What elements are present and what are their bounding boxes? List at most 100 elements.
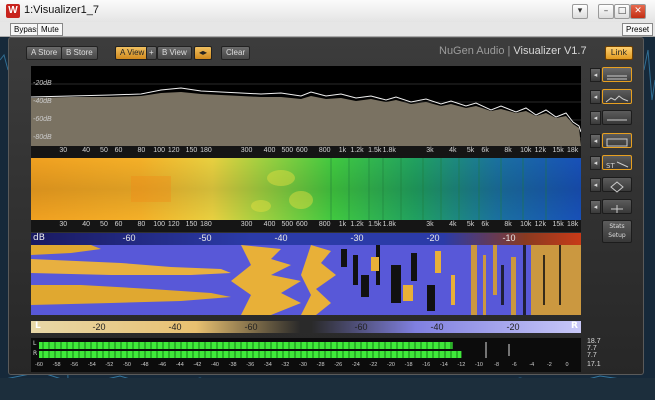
freq-tick-label: 40 <box>82 221 91 228</box>
meter-tick-label: -38 <box>228 362 237 368</box>
mode-stereo-button[interactable]: ST <box>602 155 632 170</box>
a-view-button[interactable]: A View <box>115 46 150 60</box>
freq-tick-label: 4k <box>449 147 457 154</box>
meter-bars <box>39 342 510 358</box>
preset-button[interactable]: Preset <box>622 23 654 36</box>
stereo-history-image <box>31 245 581 315</box>
menu-icon[interactable]: ▾ <box>572 4 588 19</box>
meter-tick-label: -52 <box>105 362 114 368</box>
freq-tick-label: 1.8k <box>382 147 396 154</box>
meter-tick-label: -40 <box>211 362 219 368</box>
stats-setup-button[interactable]: Stats Setup <box>602 220 632 243</box>
meter-tick-label: -16 <box>422 362 431 368</box>
freq-tick-label: 8k <box>504 221 512 228</box>
b-view-button[interactable]: B View <box>157 46 192 60</box>
mode-spectrogram-button[interactable] <box>602 133 632 148</box>
meter-tick-label: -36 <box>246 362 255 368</box>
host-toolbar: Bypass Mute Preset <box>0 22 655 37</box>
side-arrow-2[interactable]: ◂ <box>590 90 601 104</box>
freq-tick-label: 80 <box>137 221 146 228</box>
freq-tick-label: 3k <box>426 221 434 228</box>
meter-tick-label: -10 <box>475 362 483 368</box>
meter-tick-label: -60 <box>35 362 43 368</box>
link-button[interactable]: Link <box>605 46 633 60</box>
brand-product: Visualizer V1.7 <box>513 45 587 57</box>
meter-tick-label: -14 <box>439 362 448 368</box>
close-icon[interactable]: ✕ <box>630 4 646 19</box>
freq-tick-label: 400 <box>263 221 276 228</box>
minimize-icon[interactable]: – <box>598 4 614 19</box>
side-arrow-7[interactable]: ◂ <box>590 200 601 214</box>
meter-tick-label: 0 <box>565 362 569 368</box>
meter-tick-label: -6 <box>511 362 517 368</box>
mode-vector-button[interactable] <box>602 177 632 193</box>
meter-tick-label: -26 <box>334 362 343 368</box>
freq-tick-label: 180 <box>200 147 212 154</box>
freq-tick-label: 500 <box>281 221 294 228</box>
db-label-60: -60dB <box>33 116 52 123</box>
meter-tick-label: -34 <box>263 362 272 368</box>
meter-bar-right <box>39 351 462 358</box>
meter-tick-label: -50 <box>123 362 131 368</box>
meter-tick-label: -54 <box>87 362 96 368</box>
db-scale-10: -10 <box>502 233 516 243</box>
side-arrow-4[interactable]: ◂ <box>590 134 601 148</box>
freq-tick-label: 1.2k <box>350 221 364 228</box>
clear-button[interactable]: Clear <box>221 46 251 60</box>
meter-tick-label: -56 <box>70 362 79 368</box>
meter-tick-label: -44 <box>175 362 184 368</box>
visualizer-plugin: A Store B Store A View + B View ◂▸ Clear… <box>8 37 644 375</box>
freq-tick-label: 1.5k <box>368 147 382 154</box>
side-arrow-3[interactable]: ◂ <box>590 111 601 125</box>
freq-tick-label: 600 <box>295 147 308 154</box>
level-meters: L R -60 -58 -56 -54 -52 -50 -48 -46 -44 -42 -40 -38… <box>31 338 601 372</box>
mode-curve-button[interactable] <box>602 89 632 104</box>
side-arrow-1[interactable]: ◂ <box>590 68 601 82</box>
mode-spectrum-button[interactable] <box>602 67 632 82</box>
freq-tick-label: 10k <box>520 221 532 228</box>
db-unit-label: dB <box>33 233 45 243</box>
freq-tick-label: 10k <box>520 147 532 154</box>
freq-tick-label: 150 <box>185 221 198 228</box>
a-store-button[interactable]: A Store <box>26 46 63 60</box>
meter-tick-label: -30 <box>299 362 307 368</box>
freq-tick-label: 120 <box>167 221 180 228</box>
freq-tick-label: 1.8k <box>382 221 396 228</box>
mode-vector-icon <box>610 181 624 193</box>
freq-tick-label: 8k <box>504 147 512 154</box>
mode-curve-icon <box>605 95 629 103</box>
side-arrow-6[interactable]: ◂ <box>590 178 601 192</box>
side-arrow-5[interactable]: ◂ <box>590 156 601 170</box>
mute-button[interactable]: Mute <box>37 23 63 36</box>
freq-tick-label: 30 <box>59 221 68 228</box>
balance-right-label: R <box>571 321 578 331</box>
freq-axis-top: 30 40 50 60 80 100 120 150 180 300 400 500 600 800 1k 1… <box>31 146 581 158</box>
b-store-button[interactable]: B Store <box>61 46 98 60</box>
meter-ticks: -60 -58 -56 -54 -52 -50 -48 -46 -44 -42 -40 -38 -36-… <box>31 362 581 371</box>
freq-tick-label: 120 <box>167 147 180 154</box>
meter-tick-label: -22 <box>369 362 378 368</box>
db-scale-20: -20 <box>426 233 440 243</box>
brand-company: NuGen Audio <box>439 45 505 57</box>
mode-correlation-button[interactable] <box>602 199 632 214</box>
mode-flat-button[interactable] <box>602 110 632 125</box>
maximize-icon[interactable]: □ <box>614 4 630 19</box>
db-label-40: -40dB <box>33 98 52 105</box>
freq-tick-label: 6k <box>481 221 489 228</box>
plus-button[interactable]: + <box>146 46 157 60</box>
app-logo-icon: W <box>6 4 20 18</box>
freq-tick-label: 1.5k <box>368 221 382 228</box>
meter-tick-label: -4 <box>529 362 535 368</box>
freq-tick-label: 6k <box>481 147 489 154</box>
freq-tick-label: 600 <box>295 221 308 228</box>
meter-tick-label: -42 <box>193 362 202 368</box>
mode-stereo-icon: ST <box>606 161 629 170</box>
window-title: 1:Visualizer1_7 <box>24 4 100 16</box>
db-scale-60: -60 <box>122 233 136 243</box>
balance-l-20: -20 <box>92 322 106 332</box>
mode-flat-icon <box>607 119 627 121</box>
meter-tick-label: -12 <box>457 362 466 368</box>
swap-button[interactable]: ◂▸ <box>194 46 213 60</box>
freq-tick-label: 1k <box>338 221 347 228</box>
host-status-bar <box>0 378 655 400</box>
